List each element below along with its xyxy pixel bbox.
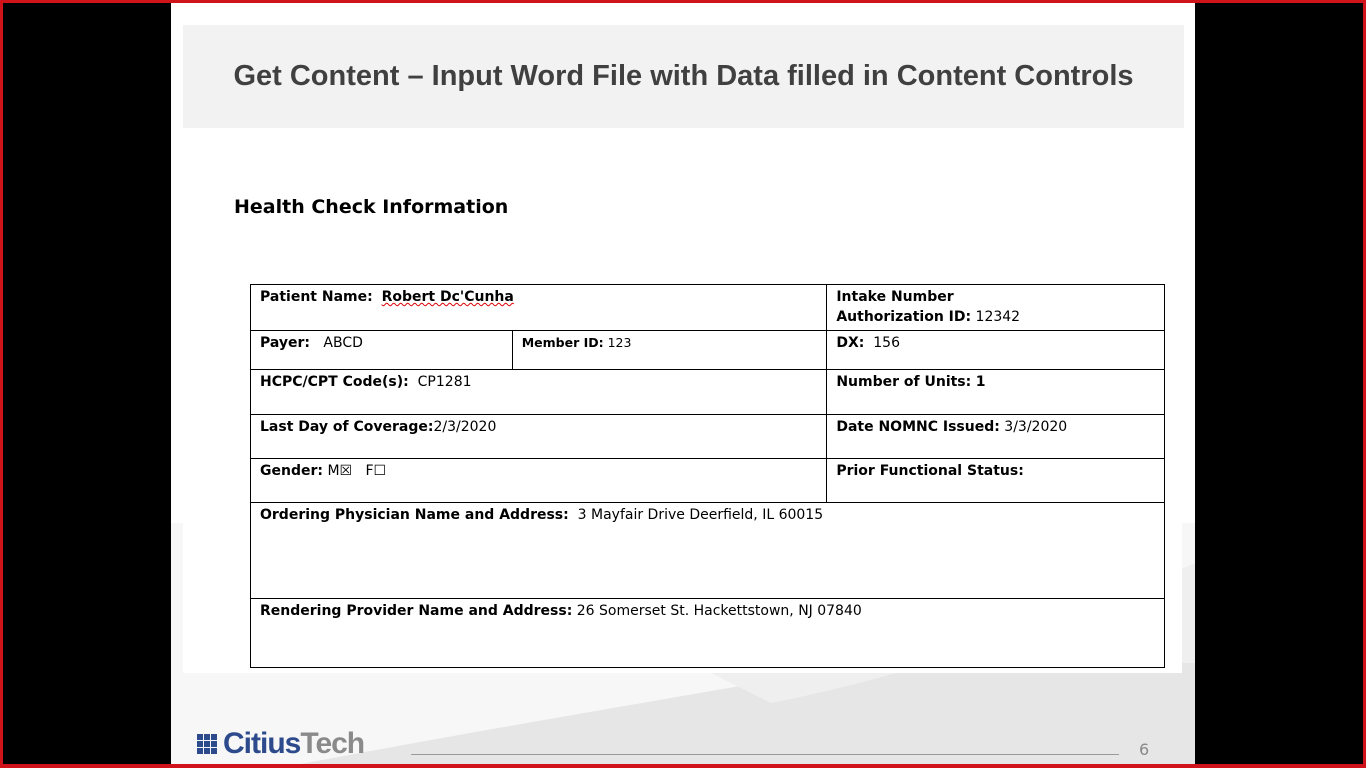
- label: Authorization ID:: [836, 309, 972, 325]
- table-row: Last Day of Coverage:2/3/2020 Date NOMNC…: [249, 414, 1165, 459]
- payer-cell: Payer: ABCD: [250, 330, 513, 370]
- dx-value: 156: [873, 335, 900, 351]
- dx-cell: DX: 156: [826, 330, 1165, 370]
- gender-f-checkbox[interactable]: ☐: [374, 463, 387, 479]
- coverage-value: 2/3/2020: [433, 419, 497, 435]
- label: Member ID:: [521, 335, 604, 350]
- logo-grid-icon: [197, 734, 217, 754]
- logo-text: CitiusTech: [223, 727, 365, 760]
- hcpc-value: CP1281: [417, 374, 472, 390]
- label: HCPC/CPT Code(s):: [260, 374, 409, 390]
- units-value: 1: [975, 374, 986, 390]
- label: Date NOMNC Issued:: [836, 419, 1000, 435]
- table-row: Rendering Provider Name and Address: 26 …: [250, 598, 1165, 668]
- gender-m-checkbox[interactable]: ☒: [340, 463, 353, 479]
- units-cell: Number of Units: 1: [826, 369, 1165, 415]
- table-row: Ordering Physician Name and Address: 3 M…: [250, 502, 1165, 599]
- health-check-table: Patient Name: Robert Dc'Cunha Intake Num…: [249, 284, 1165, 668]
- label: Number of Units:: [836, 374, 972, 390]
- member-id-value: 123: [607, 335, 632, 350]
- document-heading: Health Check Information: [234, 196, 509, 218]
- label: Rendering Provider Name and Address:: [260, 603, 573, 619]
- member-id-cell: Member ID: 123: [511, 330, 828, 370]
- prior-status-cell: Prior Functional Status:: [826, 458, 1165, 503]
- label: Ordering Physician Name and Address:: [260, 507, 569, 523]
- coverage-cell: Last Day of Coverage:2/3/2020: [249, 414, 828, 459]
- table-row: Gender: M☒ F☐ Prior Functional Status:: [249, 458, 1165, 503]
- gender-m-label: M: [327, 463, 340, 479]
- label: Patient Name:: [260, 289, 373, 305]
- rendering-value: 26 Somerset St. Hackettstown, NJ 07840: [576, 603, 862, 619]
- nomnc-cell: Date NOMNC Issued: 3/3/2020: [826, 414, 1165, 459]
- label: DX:: [836, 335, 865, 351]
- table-row: HCPC/CPT Code(s): CP1281 Number of Units…: [249, 369, 1165, 415]
- ordering-physician-cell: Ordering Physician Name and Address: 3 M…: [250, 502, 1165, 599]
- table-row: Patient Name: Robert Dc'Cunha Intake Num…: [249, 284, 1165, 331]
- payer-value: ABCD: [323, 335, 363, 351]
- label: Intake Number: [836, 289, 954, 305]
- slide: Get Content – Input Word File with Data …: [171, 3, 1195, 764]
- patient-name-cell: Patient Name: Robert Dc'Cunha: [249, 284, 828, 331]
- citiustech-logo: CitiusTech: [197, 727, 365, 761]
- page-number: 6: [1139, 740, 1150, 759]
- label: Last Day of Coverage:: [260, 419, 434, 435]
- table-row: Payer: ABCD Member ID: 123 DX: 156: [250, 330, 1165, 370]
- title-band: Get Content – Input Word File with Data …: [183, 25, 1184, 128]
- auth-id-value: 12342: [975, 309, 1021, 325]
- label: Payer:: [260, 335, 311, 351]
- intake-cell: Intake Number Authorization ID: 12342: [826, 284, 1165, 331]
- word-document: Health Check Information Patient Name: R…: [183, 128, 1182, 673]
- gender-f-label: F: [365, 463, 374, 479]
- gender-cell: Gender: M☒ F☐: [249, 458, 828, 503]
- footer-rule: [411, 754, 1119, 755]
- ordering-value: 3 Mayfair Drive Deerfield, IL 60015: [577, 507, 824, 523]
- patient-name-value: Robert Dc'Cunha: [381, 289, 514, 305]
- rendering-provider-cell: Rendering Provider Name and Address: 26 …: [250, 598, 1165, 668]
- hcpc-cell: HCPC/CPT Code(s): CP1281: [249, 369, 828, 415]
- label: Prior Functional Status:: [836, 463, 1024, 479]
- slide-title: Get Content – Input Word File with Data …: [233, 60, 1134, 92]
- nomnc-value: 3/3/2020: [1004, 419, 1068, 435]
- label: Gender:: [260, 463, 323, 479]
